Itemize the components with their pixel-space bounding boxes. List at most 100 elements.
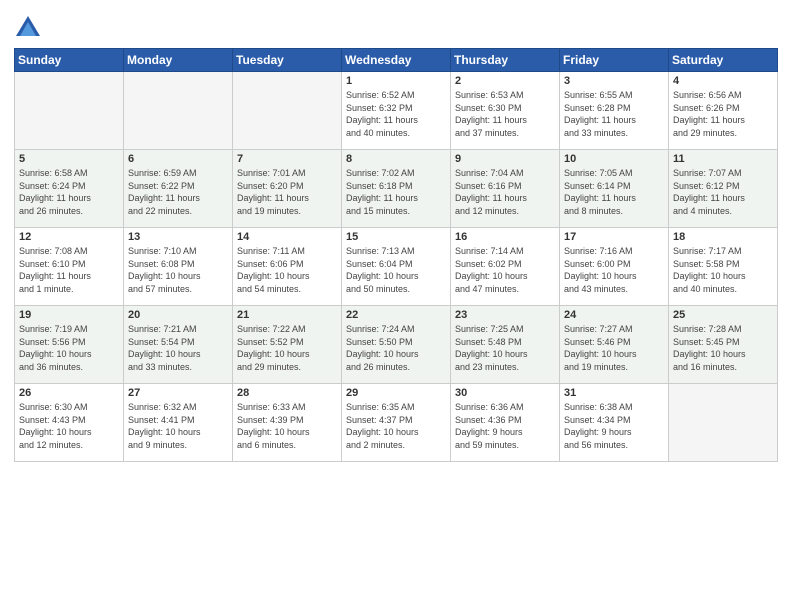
day-number: 12 [19,231,119,243]
calendar-cell: 11 Sunrise: 7:07 AM Sunset: 6:12 PM Dayli… [669,150,778,228]
day-info: Sunrise: 6:53 AM Sunset: 6:30 PM Dayligh… [455,89,555,139]
calendar-cell: 1 Sunrise: 6:52 AM Sunset: 6:32 PM Daylig… [342,72,451,150]
day-number: 10 [564,153,664,165]
day-info: Sunrise: 6:32 AM Sunset: 4:41 PM Dayligh… [128,401,228,451]
day-header-tuesday: Tuesday [233,49,342,72]
day-header-wednesday: Wednesday [342,49,451,72]
day-info: Sunrise: 7:19 AM Sunset: 5:56 PM Dayligh… [19,323,119,373]
day-number: 30 [455,387,555,399]
day-info: Sunrise: 7:01 AM Sunset: 6:20 PM Dayligh… [237,167,337,217]
calendar-cell: 21Sunrise: 7:22 AM Sunset: 5:52 PM Dayli… [233,306,342,384]
day-number: 11 [673,153,773,165]
day-number: 22 [346,309,446,321]
calendar-cell: 10 Sunrise: 7:05 AM Sunset: 6:14 PM Dayli… [560,150,669,228]
day-info: Sunrise: 6:58 AM Sunset: 6:24 PM Dayligh… [19,167,119,217]
day-number: 24 [564,309,664,321]
day-info: Sunrise: 6:30 AM Sunset: 4:43 PM Dayligh… [19,401,119,451]
day-number: 28 [237,387,337,399]
calendar-week-row: 19Sunrise: 7:19 AM Sunset: 5:56 PM Dayli… [15,306,778,384]
header [14,10,778,42]
day-number: 1 [346,75,446,87]
calendar-cell: 29 Sunrise: 6:35 AM Sunset: 4:37 PM Dayli… [342,384,451,462]
day-number: 27 [128,387,228,399]
calendar-week-row: 26Sunrise: 6:30 AM Sunset: 4:43 PM Dayli… [15,384,778,462]
calendar-cell [15,72,124,150]
day-info: Sunrise: 6:33 AM Sunset: 4:39 PM Dayligh… [237,401,337,451]
day-number: 2 [455,75,555,87]
calendar-cell: 13 Sunrise: 7:10 AM Sunset: 6:08 PM Dayli… [124,228,233,306]
day-header-saturday: Saturday [669,49,778,72]
calendar-cell: 20 Sunrise: 7:21 AM Sunset: 5:54 PM Dayli… [124,306,233,384]
calendar-cell: 15 Sunrise: 7:13 AM Sunset: 6:04 PM Dayli… [342,228,451,306]
calendar-cell: 16 Sunrise: 7:14 AM Sunset: 6:02 PM Dayli… [451,228,560,306]
calendar-cell: 3 Sunrise: 6:55 AM Sunset: 6:28 PM Daylig… [560,72,669,150]
calendar-body: 1 Sunrise: 6:52 AM Sunset: 6:32 PM Daylig… [15,72,778,462]
calendar-cell: 2 Sunrise: 6:53 AM Sunset: 6:30 PM Daylig… [451,72,560,150]
calendar-week-row: 5 Sunrise: 6:58 AM Sunset: 6:24 PM Daylig… [15,150,778,228]
calendar-cell: 23Sunrise: 7:25 AM Sunset: 5:48 PM Dayli… [451,306,560,384]
calendar-cell: 5 Sunrise: 6:58 AM Sunset: 6:24 PM Daylig… [15,150,124,228]
day-number: 16 [455,231,555,243]
day-info: Sunrise: 7:04 AM Sunset: 6:16 PM Dayligh… [455,167,555,217]
day-info: Sunrise: 6:52 AM Sunset: 6:32 PM Dayligh… [346,89,446,139]
day-info: Sunrise: 7:07 AM Sunset: 6:12 PM Dayligh… [673,167,773,217]
calendar-cell [124,72,233,150]
calendar-cell: 9Sunrise: 7:04 AM Sunset: 6:16 PM Daylig… [451,150,560,228]
day-number: 31 [564,387,664,399]
day-info: Sunrise: 7:21 AM Sunset: 5:54 PM Dayligh… [128,323,228,373]
day-info: Sunrise: 6:56 AM Sunset: 6:26 PM Dayligh… [673,89,773,139]
calendar-table: SundayMondayTuesdayWednesdayThursdayFrid… [14,48,778,462]
days-of-week-row: SundayMondayTuesdayWednesdayThursdayFrid… [15,49,778,72]
calendar-cell: 27 Sunrise: 6:32 AM Sunset: 4:41 PM Dayli… [124,384,233,462]
calendar-cell [669,384,778,462]
day-info: Sunrise: 7:08 AM Sunset: 6:10 PM Dayligh… [19,245,119,295]
day-number: 14 [237,231,337,243]
calendar-cell: 18 Sunrise: 7:17 AM Sunset: 5:58 PM Dayli… [669,228,778,306]
day-number: 4 [673,75,773,87]
calendar-cell: 8 Sunrise: 7:02 AM Sunset: 6:18 PM Daylig… [342,150,451,228]
day-number: 6 [128,153,228,165]
calendar-cell: 31 Sunrise: 6:38 AM Sunset: 4:34 PM Dayli… [560,384,669,462]
day-info: Sunrise: 6:36 AM Sunset: 4:36 PM Dayligh… [455,401,555,451]
day-info: Sunrise: 7:22 AM Sunset: 5:52 PM Dayligh… [237,323,337,373]
day-info: Sunrise: 7:16 AM Sunset: 6:00 PM Dayligh… [564,245,664,295]
day-info: Sunrise: 6:55 AM Sunset: 6:28 PM Dayligh… [564,89,664,139]
day-header-thursday: Thursday [451,49,560,72]
day-info: Sunrise: 7:24 AM Sunset: 5:50 PM Dayligh… [346,323,446,373]
day-info: Sunrise: 7:11 AM Sunset: 6:06 PM Dayligh… [237,245,337,295]
calendar-cell: 6 Sunrise: 6:59 AM Sunset: 6:22 PM Daylig… [124,150,233,228]
day-info: Sunrise: 6:35 AM Sunset: 4:37 PM Dayligh… [346,401,446,451]
day-number: 8 [346,153,446,165]
day-info: Sunrise: 7:05 AM Sunset: 6:14 PM Dayligh… [564,167,664,217]
day-number: 15 [346,231,446,243]
day-info: Sunrise: 7:10 AM Sunset: 6:08 PM Dayligh… [128,245,228,295]
calendar-cell: 7 Sunrise: 7:01 AM Sunset: 6:20 PM Daylig… [233,150,342,228]
day-number: 20 [128,309,228,321]
day-number: 7 [237,153,337,165]
calendar-cell: 28 Sunrise: 6:33 AM Sunset: 4:39 PM Dayli… [233,384,342,462]
day-info: Sunrise: 6:38 AM Sunset: 4:34 PM Dayligh… [564,401,664,451]
logo [14,14,46,42]
day-number: 18 [673,231,773,243]
calendar-cell: 25Sunrise: 7:28 AM Sunset: 5:45 PM Dayli… [669,306,778,384]
day-info: Sunrise: 7:14 AM Sunset: 6:02 PM Dayligh… [455,245,555,295]
day-number: 17 [564,231,664,243]
calendar-cell: 17 Sunrise: 7:16 AM Sunset: 6:00 PM Dayli… [560,228,669,306]
calendar-cell: 24 Sunrise: 7:27 AM Sunset: 5:46 PM Dayli… [560,306,669,384]
day-number: 13 [128,231,228,243]
day-header-monday: Monday [124,49,233,72]
calendar-cell: 22 Sunrise: 7:24 AM Sunset: 5:50 PM Dayli… [342,306,451,384]
day-number: 23 [455,309,555,321]
calendar-header: SundayMondayTuesdayWednesdayThursdayFrid… [15,49,778,72]
calendar-cell [233,72,342,150]
day-info: Sunrise: 7:13 AM Sunset: 6:04 PM Dayligh… [346,245,446,295]
day-info: Sunrise: 7:17 AM Sunset: 5:58 PM Dayligh… [673,245,773,295]
day-info: Sunrise: 7:02 AM Sunset: 6:18 PM Dayligh… [346,167,446,217]
day-number: 5 [19,153,119,165]
day-number: 29 [346,387,446,399]
day-info: Sunrise: 6:59 AM Sunset: 6:22 PM Dayligh… [128,167,228,217]
day-number: 3 [564,75,664,87]
day-info: Sunrise: 7:27 AM Sunset: 5:46 PM Dayligh… [564,323,664,373]
calendar-cell: 14 Sunrise: 7:11 AM Sunset: 6:06 PM Dayli… [233,228,342,306]
day-header-sunday: Sunday [15,49,124,72]
